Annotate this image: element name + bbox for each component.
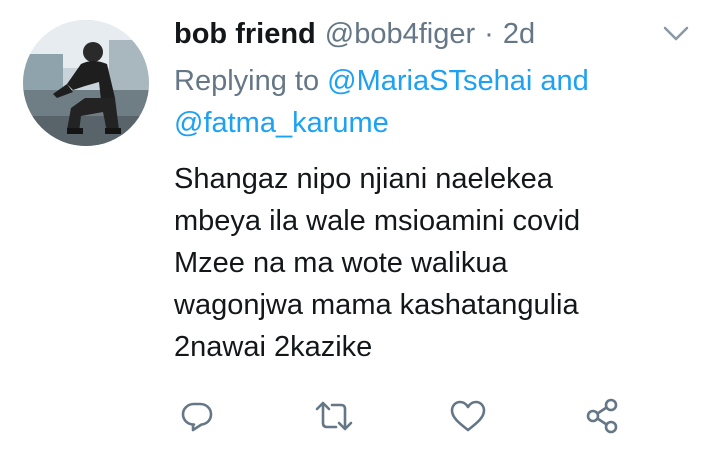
mention-joiner[interactable]: and <box>540 65 588 97</box>
display-name[interactable]: bob friend <box>174 14 316 54</box>
reply-button[interactable] <box>177 396 217 436</box>
chevron-down-icon[interactable] <box>660 20 692 48</box>
tweet-text-line: Shangaz nipo njiani naelekea <box>174 163 553 195</box>
heart-icon <box>450 400 486 432</box>
avatar-photo <box>23 20 149 146</box>
retweet-button[interactable] <box>314 396 354 436</box>
tweet-text-line: Mzee na ma wote walikua <box>174 247 508 279</box>
separator-dot: · <box>484 18 494 50</box>
replying-to-label: Replying to <box>174 65 320 97</box>
mention-link[interactable]: @MariaSTsehai <box>327 65 532 97</box>
tweet-text-line: wagonjwa mama kashatangulia <box>174 289 579 321</box>
tweet[interactable]: bob friend @bob4figer · 2d Replying to @… <box>0 0 720 457</box>
tweet-text-line: 2nawai 2kazike <box>174 331 373 363</box>
timestamp[interactable]: 2d <box>503 14 535 54</box>
replying-to: Replying to @MariaSTsehai and @fatma_kar… <box>174 60 694 144</box>
like-button[interactable] <box>448 396 488 436</box>
reply-icon <box>181 402 213 432</box>
share-icon <box>586 398 618 434</box>
retweet-icon <box>315 401 353 431</box>
share-button[interactable] <box>583 396 623 436</box>
tweet-header: bob friend @bob4figer · 2d <box>174 14 535 54</box>
avatar[interactable] <box>23 20 149 146</box>
tweet-text: Shangaz nipo njiani naelekea mbeya ila w… <box>174 158 704 368</box>
tweet-text-line: mbeya ila wale msioamini covid <box>174 205 581 237</box>
user-handle[interactable]: @bob4figer <box>325 14 475 54</box>
action-bar <box>0 396 720 436</box>
mention-link[interactable]: @fatma_karume <box>174 107 389 139</box>
